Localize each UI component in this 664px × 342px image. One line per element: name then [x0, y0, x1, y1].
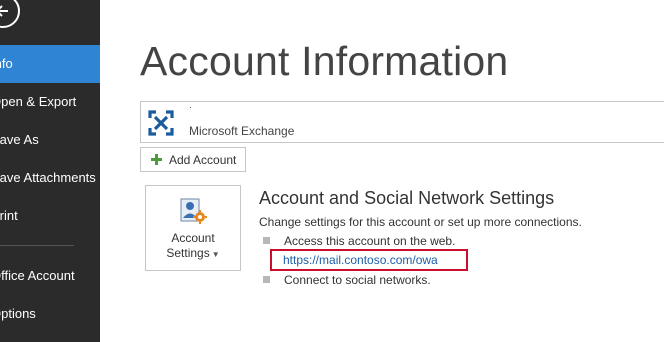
bullet-web-access: Access this account on the web.	[284, 234, 456, 248]
sidebar-divider	[0, 245, 74, 246]
bullet-social-networks: Connect to social networks.	[284, 273, 431, 287]
sidebar-item-label: Print	[0, 208, 18, 223]
sidebar-item-info[interactable]: Info	[0, 45, 100, 83]
exchange-icon	[148, 110, 174, 136]
sidebar-item-save-attachments[interactable]: Save Attachments	[0, 159, 100, 197]
page-title: Account Information	[140, 38, 509, 84]
add-account-button[interactable]: Add Account	[140, 147, 246, 172]
sidebar-item-label: Open & Export	[0, 94, 77, 109]
back-arrow-icon	[0, 5, 8, 17]
account-settings-icon	[180, 198, 207, 224]
sidebar-item-options[interactable]: Options	[0, 295, 100, 333]
sidebar-item-print[interactable]: Print	[0, 197, 100, 235]
account-settings-label-line1: Account	[171, 231, 215, 245]
sidebar-item-label: Office Account	[0, 268, 75, 283]
section-description: Change settings for this account or set …	[259, 215, 582, 229]
plus-icon	[151, 154, 162, 165]
bullet-icon	[263, 237, 270, 244]
dropdown-caret-icon: ▼	[211, 250, 220, 259]
sidebar-item-label: Info	[0, 56, 13, 71]
bullet-icon	[263, 276, 270, 283]
sidebar-item-label: Save Attachments	[0, 170, 96, 185]
account-settings-label-text: Settings	[166, 246, 210, 260]
account-settings-label-line2: Settings ▼	[146, 246, 240, 260]
sidebar-item-label: Save As	[0, 132, 39, 147]
backstage-sidebar: Info Open & Export Save As Save Attachme…	[0, 0, 100, 342]
add-account-label: Add Account	[169, 153, 237, 167]
sidebar-item-save-as[interactable]: Save As	[0, 121, 100, 159]
back-button[interactable]	[0, 0, 20, 28]
account-type: Microsoft Exchange	[189, 124, 295, 138]
sidebar-item-office-account[interactable]: Office Account	[0, 257, 100, 295]
sidebar-item-open-export[interactable]: Open & Export	[0, 83, 100, 121]
section-title: Account and Social Network Settings	[259, 188, 555, 208]
sidebar-item-label: Options	[0, 306, 36, 321]
account-selector[interactable]: · Microsoft Exchange	[140, 101, 664, 143]
account-settings-button[interactable]: Account Settings ▼	[145, 185, 241, 271]
owa-link[interactable]: https://mail.contoso.com/owa	[283, 253, 438, 267]
account-name: ·	[189, 102, 192, 112]
